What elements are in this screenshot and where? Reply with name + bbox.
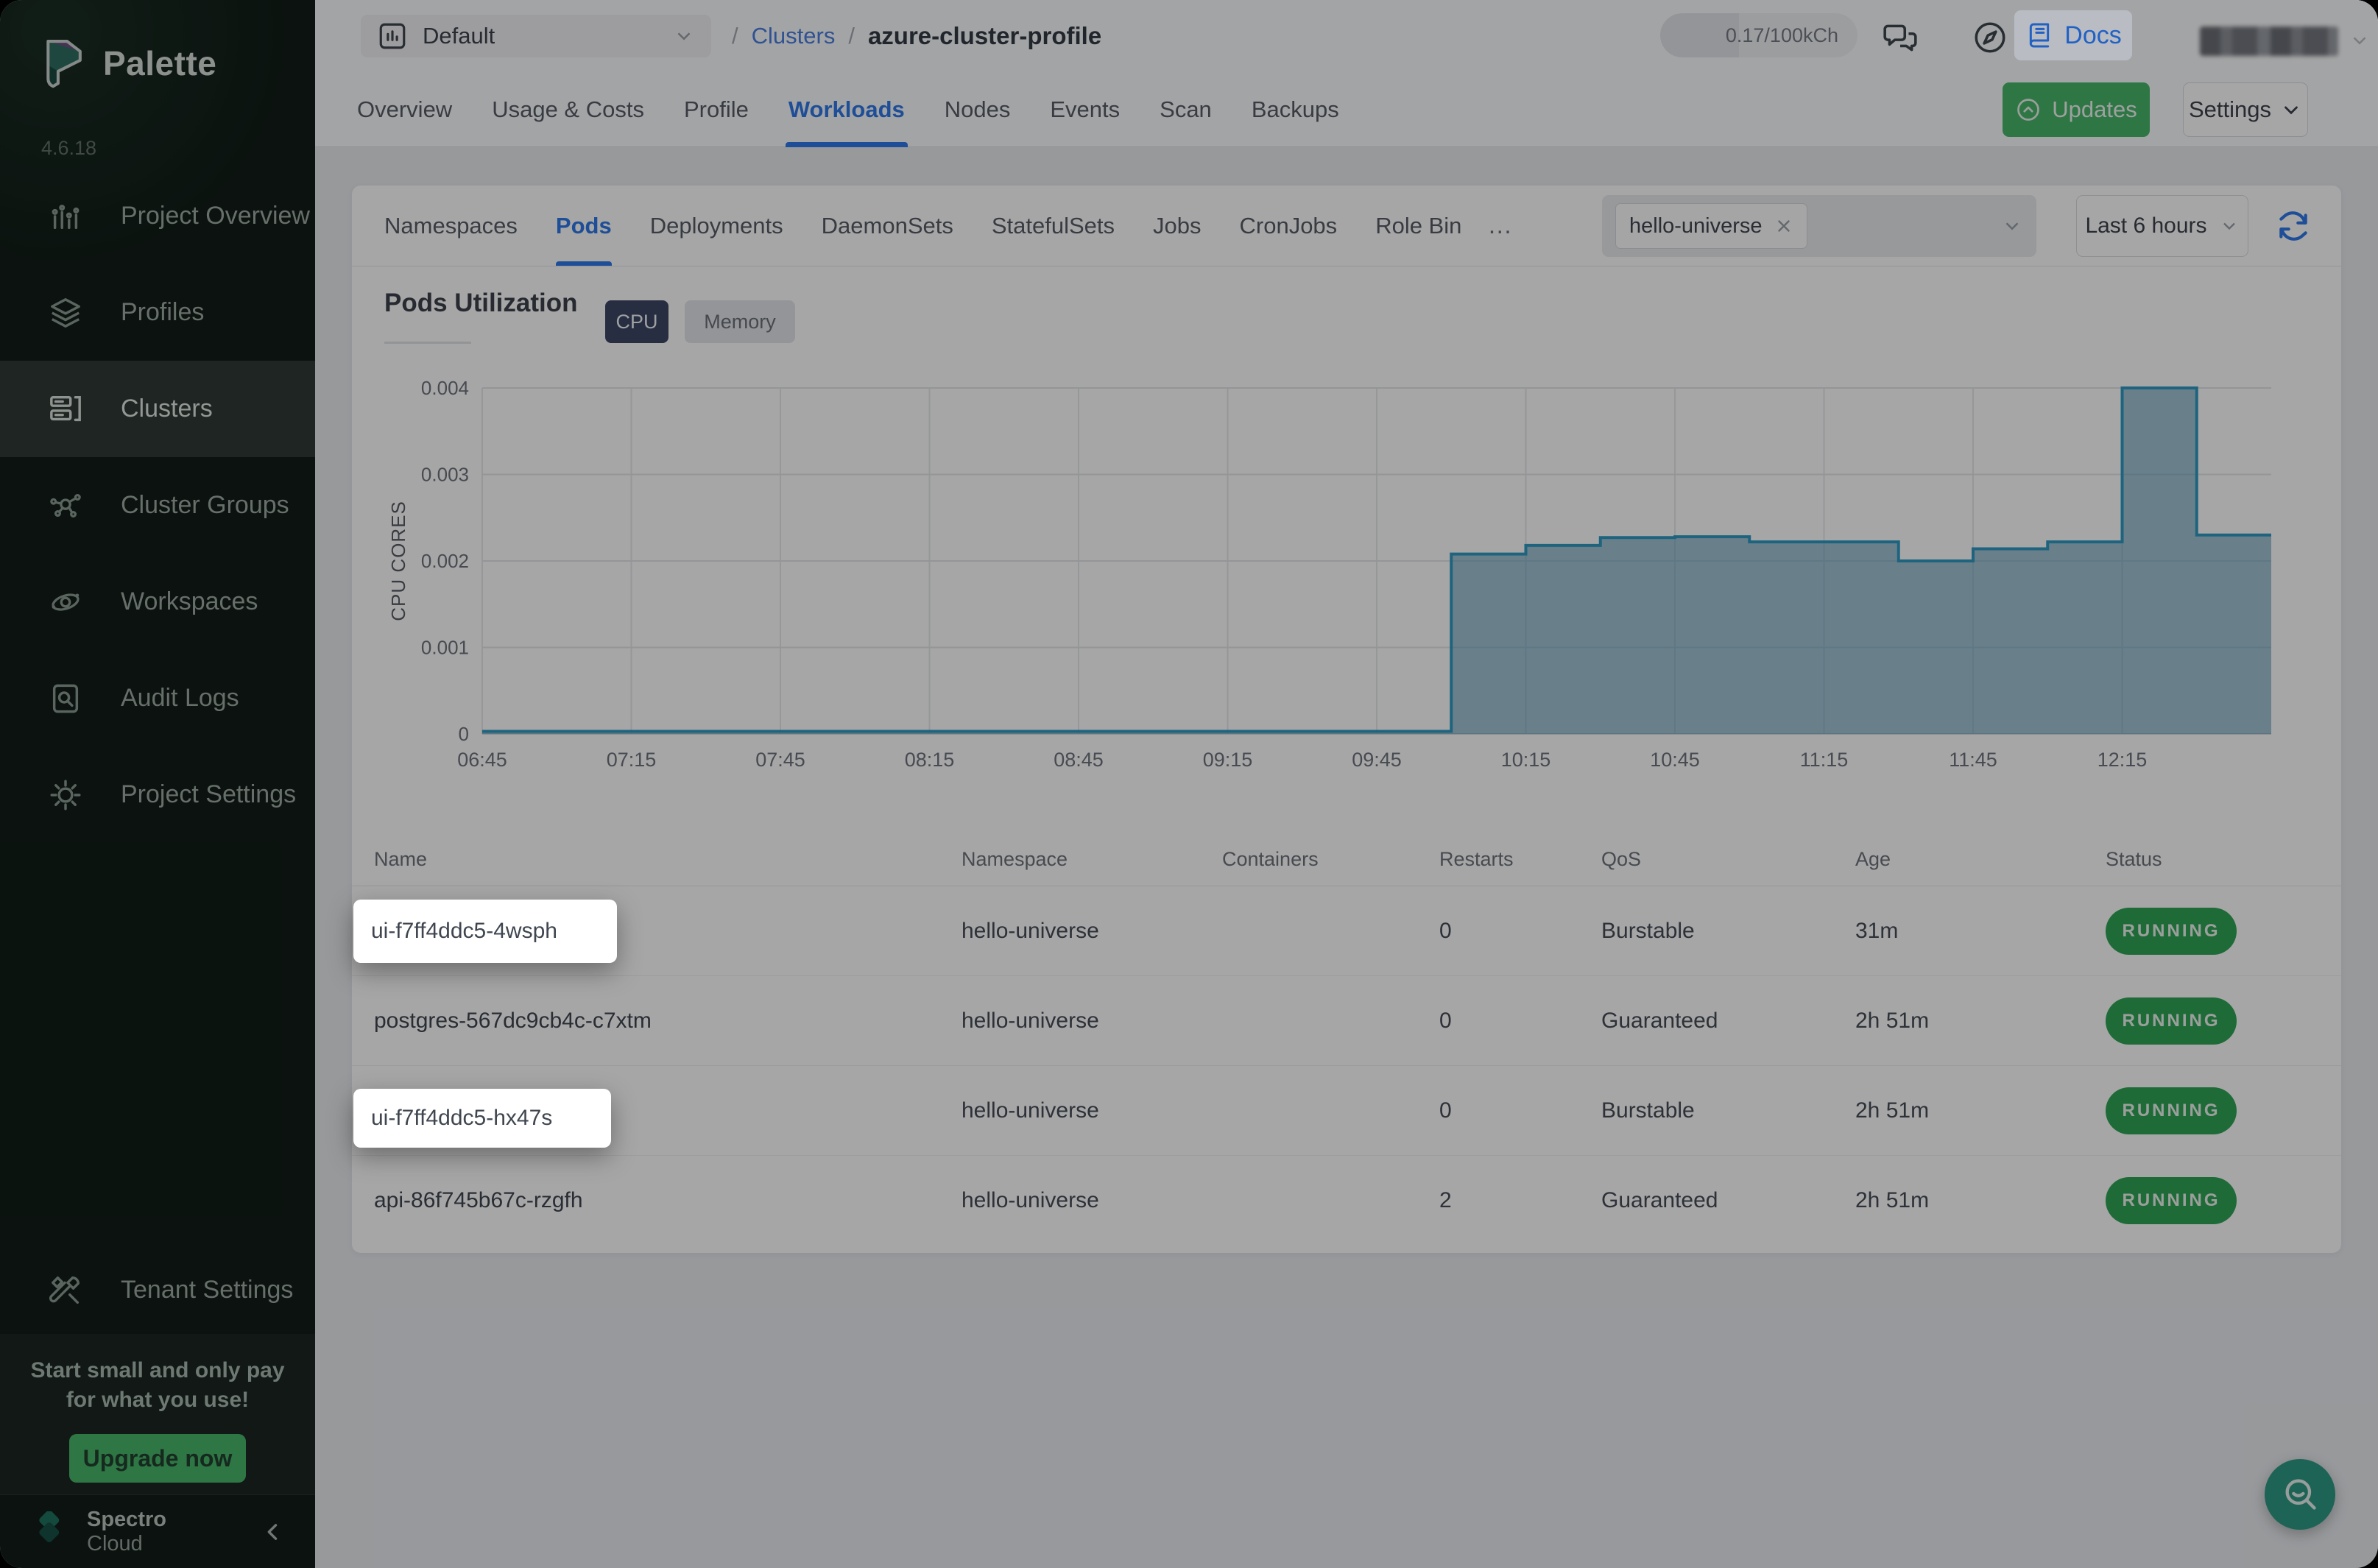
docs-label: Docs [2064,21,2121,50]
palette-app: Palette 4.6.18 Project Overview [0,0,2378,1568]
spotlight-pod-name-2[interactable]: ui-f7ff4ddc5-hx47s [353,1089,611,1148]
tour-dim-overlay [0,0,2378,1568]
book-icon [2025,21,2054,50]
docs-button[interactable]: Docs [2014,10,2132,60]
spotlight-pod-name-1[interactable]: ui-f7ff4ddc5-4wsph [353,900,617,963]
